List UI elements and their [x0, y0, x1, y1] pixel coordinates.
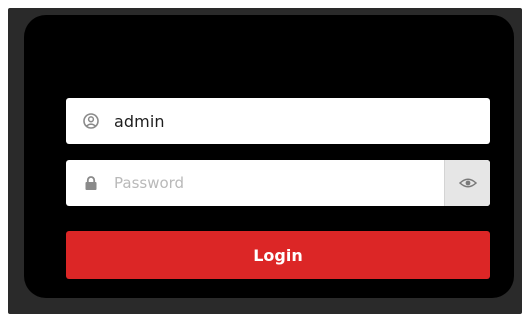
login-button[interactable]: Login [66, 231, 490, 279]
eye-icon [458, 178, 477, 188]
password-field[interactable] [66, 160, 490, 206]
show-password-toggle[interactable] [444, 160, 490, 206]
lock-icon [82, 174, 100, 192]
user-icon [82, 112, 100, 130]
username-value[interactable]: admin [114, 112, 165, 131]
password-input[interactable] [114, 160, 444, 206]
username-field[interactable]: admin [66, 98, 490, 144]
login-panel: admin Login [24, 15, 514, 298]
